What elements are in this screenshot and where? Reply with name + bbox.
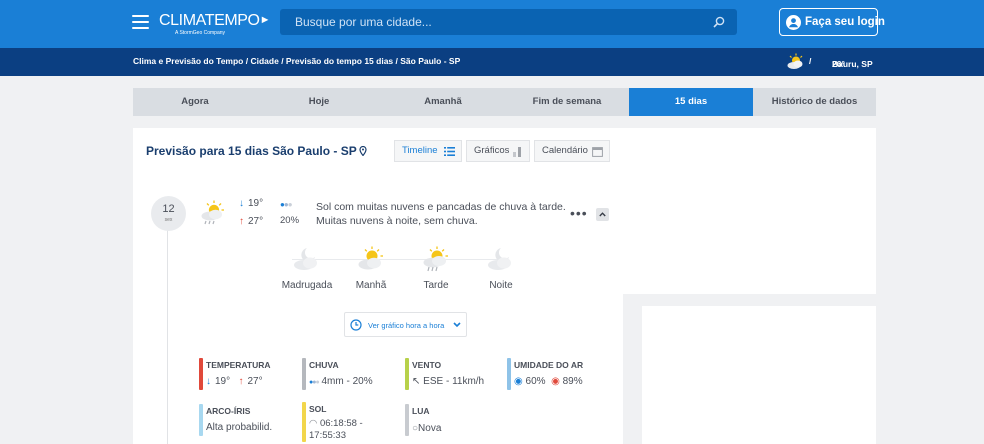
tab-historico[interactable]: Histórico de dados — [753, 88, 876, 116]
view-timeline-button[interactable]: Timeline — [394, 140, 462, 162]
forecast-tabs: Agora Hoje Amanhã Fim de semana 15 dias … — [133, 88, 876, 116]
sun-cloud-icon — [358, 246, 383, 270]
login-label: Faça seu login — [805, 16, 885, 28]
ad-slot — [642, 306, 876, 444]
more-options-icon[interactable]: ••• — [570, 206, 588, 220]
breadcrumb-item[interactable]: Cidade — [250, 56, 278, 66]
day-description: Sol com muitas nuvens e pancadas de chuv… — [316, 201, 566, 227]
max-temp: ↑ 27° — [239, 216, 264, 227]
current-city-temp: 26° — [832, 59, 845, 69]
clock-icon — [350, 319, 362, 331]
bar-chart-icon — [513, 147, 521, 157]
chevron-up-icon — [599, 212, 606, 217]
drop-blue-icon: ◉ — [514, 376, 523, 387]
arrow-up-icon: ↑ — [238, 376, 244, 387]
sunrise-icon: ◠ — [309, 418, 318, 429]
min-temp: ↓ 19° — [239, 198, 264, 209]
user-icon — [786, 15, 801, 30]
timeline-line — [167, 200, 168, 444]
detail-humidity: UMIDADE DO AR ◉ 60% ◉ 89% — [507, 358, 617, 392]
hour-chart-label: Ver gráfico hora a hora — [368, 321, 445, 330]
day-badge: 12 sex — [151, 196, 186, 231]
drop-red-icon: ◉ — [551, 376, 560, 387]
list-icon — [444, 147, 455, 156]
detail-rain: CHUVA ●●● 4mm - 20% — [302, 358, 397, 392]
moon-cloud-icon — [488, 248, 511, 270]
login-button[interactable]: Faça seu login — [779, 8, 885, 36]
arrow-down-icon: ↓ — [206, 376, 211, 387]
location-pin-icon — [359, 146, 367, 156]
top-bar: CLIMATEMPO► A StormGeo Company Faça seu … — [0, 0, 984, 48]
breadcrumb-bar: Clima e Previsão do Tempo / Cidade / Pre… — [0, 48, 984, 76]
logo-brand: CLIMATEMPO — [159, 12, 260, 29]
tab-amanha[interactable]: Amanhã — [381, 88, 505, 116]
arrow-up-icon: ↑ — [239, 216, 244, 227]
day-number: 12 — [162, 203, 175, 215]
breadcrumb-item-current[interactable]: São Paulo - SP — [400, 56, 460, 66]
detail-sun: SOL ◠ 06:18:58 - 17:55:33 — [302, 402, 397, 444]
detail-wind: VENTO ↖ ESE - 11km/h — [405, 358, 500, 392]
sun-cloud-icon — [787, 53, 803, 69]
search-bar — [280, 9, 737, 35]
page-title: Previsão para 15 dias São Paulo - SP — [146, 144, 367, 158]
period-manha: Manhã — [339, 246, 403, 291]
arrow-down-icon: ↓ — [239, 198, 244, 209]
tab-fim-de-semana[interactable]: Fim de semana — [505, 88, 629, 116]
detail-rainbow: ARCO-ÍRIS Alta probabilid. — [199, 404, 294, 438]
forecast-card: Previsão para 15 dias São Paulo - SP Tim… — [133, 128, 623, 444]
tab-agora[interactable]: Agora — [133, 88, 257, 116]
view-calendario-button[interactable]: Calendário — [534, 140, 610, 162]
period-label: Manhã — [355, 280, 387, 291]
breadcrumb-item[interactable]: Previsão do tempo 15 dias — [286, 56, 393, 66]
sun-cloud-rain-icon — [201, 200, 224, 225]
hour-chart-button[interactable]: Ver gráfico hora a hora — [344, 312, 467, 337]
detail-moon: LUA ○Nova — [405, 404, 500, 438]
period-madrugada: Madrugada — [275, 246, 339, 291]
logo-tagline: A StormGeo Company — [175, 30, 226, 36]
breadcrumb-item[interactable]: Clima e Previsão do Tempo — [133, 56, 243, 66]
rain-drops-icon: ●●● — [280, 200, 292, 209]
rain-drops-icon: ●●● — [309, 379, 320, 386]
search-icon[interactable] — [713, 16, 725, 28]
period-label: Madrugada — [281, 280, 333, 291]
breadcrumb: Clima e Previsão do Tempo / Cidade / Pre… — [133, 56, 461, 66]
day-periods: Madrugada Manhã Tarde Noite — [280, 246, 528, 294]
period-tarde: Tarde — [404, 246, 468, 291]
logo[interactable]: CLIMATEMPO► A StormGeo Company — [159, 12, 270, 36]
search-input[interactable] — [280, 9, 700, 35]
period-label: Noite — [489, 280, 513, 291]
period-noite: Noite — [469, 246, 533, 291]
ad-slot — [623, 128, 876, 294]
chevron-down-icon — [453, 322, 461, 328]
calendar-icon — [592, 147, 603, 157]
tab-hoje[interactable]: Hoje — [257, 88, 381, 116]
view-graficos-button[interactable]: Gráficos — [466, 140, 530, 162]
menu-icon[interactable] — [132, 15, 149, 29]
detail-temperature: TEMPERATURA ↓ 19° ↑ 27° — [199, 358, 294, 392]
collapse-button[interactable] — [596, 208, 609, 221]
day-weekday: sex — [164, 217, 173, 223]
period-label: Tarde — [423, 280, 449, 291]
tab-15-dias[interactable]: 15 dias — [629, 88, 753, 116]
moon-cloud-icon — [294, 248, 317, 270]
wind-direction-icon: ↖ — [412, 376, 421, 387]
sun-cloud-rain-icon — [423, 246, 448, 272]
rain-probability: 20% — [280, 215, 300, 226]
